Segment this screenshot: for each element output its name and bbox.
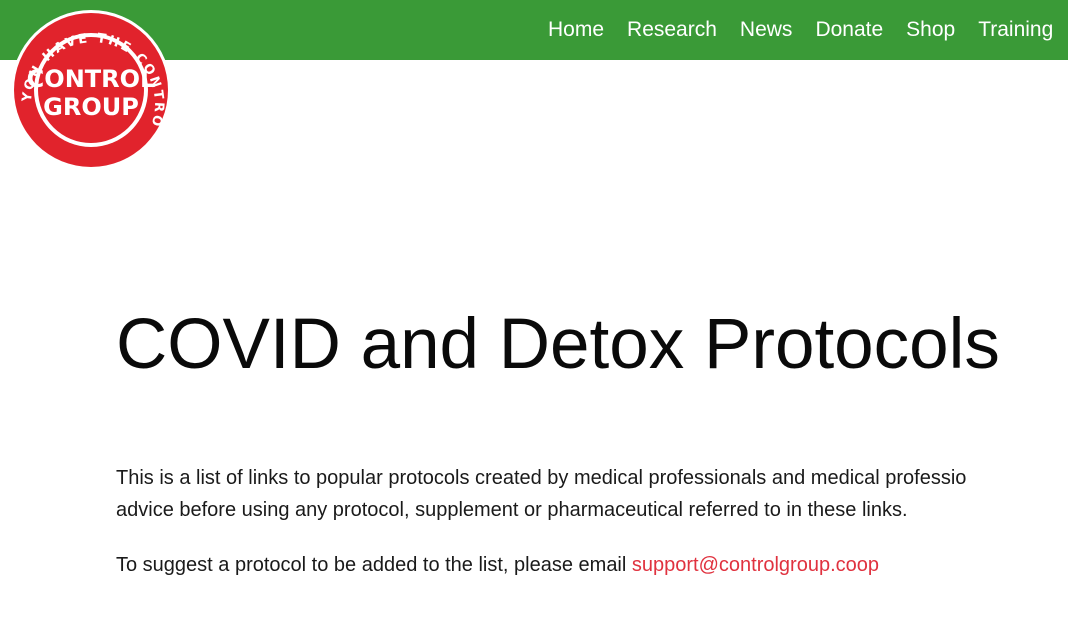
nav-donate[interactable]: Donate — [815, 18, 883, 42]
logo-line-2: GROUP — [43, 93, 139, 121]
logo-badge-icon: YOU HAVE THE CONTROL CONTROL GROUP — [4, 0, 171, 170]
main-nav: Home Research News Donate Shop Training — [548, 0, 1068, 60]
nav-news[interactable]: News — [740, 18, 793, 42]
intro-line-1: This is a list of links to popular proto… — [116, 467, 967, 489]
control-group-logo[interactable]: YOU HAVE THE CONTROL CONTROL GROUP — [4, 0, 175, 170]
nav-shop[interactable]: Shop — [906, 18, 955, 42]
page-title: COVID and Detox Protocols — [116, 305, 1000, 384]
support-email-link[interactable]: support@controlgroup.coop — [632, 554, 879, 576]
page: Home Research News Donate Shop Training … — [0, 0, 1068, 644]
nav-research[interactable]: Research — [627, 18, 717, 42]
nav-training[interactable]: Training — [978, 18, 1053, 42]
nav-home[interactable]: Home — [548, 18, 604, 42]
intro-line-2: advice before using any protocol, supple… — [116, 499, 908, 521]
logo-line-1: CONTROL — [27, 65, 156, 93]
suggest-paragraph: To suggest a protocol to be added to the… — [116, 549, 879, 581]
intro-paragraph: This is a list of links to popular proto… — [116, 462, 966, 526]
suggest-text: To suggest a protocol to be added to the… — [116, 554, 632, 576]
